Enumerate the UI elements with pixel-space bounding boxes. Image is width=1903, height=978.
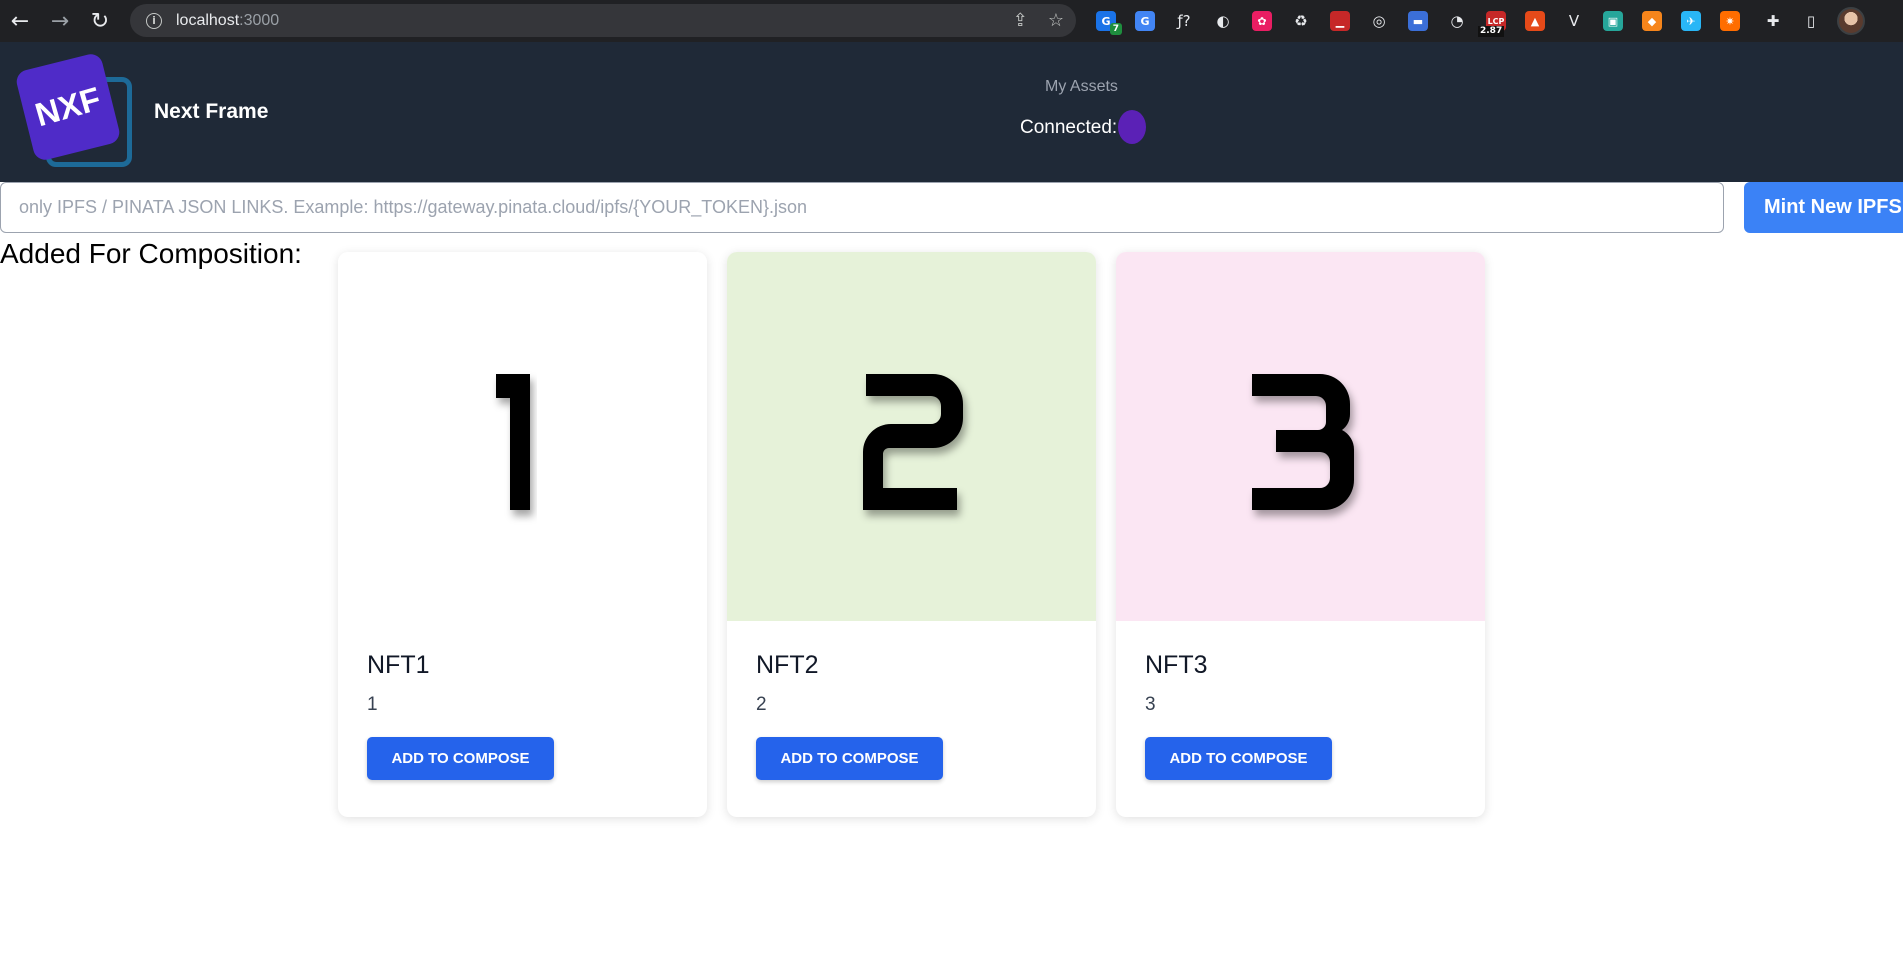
- translate-extension-icon[interactable]: G: [1131, 7, 1159, 35]
- composition-title: Added For Composition:: [0, 238, 302, 269]
- add-to-compose-button[interactable]: ADD TO COMPOSE: [367, 737, 554, 780]
- grammar-extension-icon[interactable]: G7: [1092, 7, 1122, 35]
- lcp-extension-icon[interactable]: LCP 2.87: [1478, 7, 1510, 37]
- my-assets-link[interactable]: My Assets: [1045, 78, 1118, 96]
- nft-title: NFT3: [1145, 651, 1208, 679]
- spy-extension-icon[interactable]: ◔: [1443, 7, 1471, 35]
- connected-label: Connected:: [1020, 117, 1118, 138]
- ipfs-link-input[interactable]: [0, 182, 1724, 233]
- nft-description: 3: [1145, 694, 1156, 715]
- nft-title: NFT2: [756, 651, 819, 679]
- rocket-extension-icon[interactable]: ▲: [1521, 7, 1549, 35]
- metamask-extension-icon[interactable]: ◆: [1638, 7, 1666, 35]
- save-extension-icon[interactable]: ▣: [1599, 7, 1627, 35]
- extensions-bar: G 7 Gƒ? ◐ ✿ ♻ ▁ ◎ ▬ ◔ LCP 2.87 ▲ V ▣ ◆ ✈ ✷: [1092, 0, 1744, 42]
- nft-card: NFT1 1 ADD TO COMPOSE: [338, 252, 707, 817]
- circle-extension-icon[interactable]: ◐: [1209, 7, 1237, 35]
- brand-name[interactable]: Next Frame: [154, 100, 268, 124]
- color-wheel-extension-icon[interactable]: ✿: [1248, 7, 1276, 35]
- recycle-extension-icon[interactable]: ♻: [1287, 7, 1315, 35]
- bird-extension-icon[interactable]: ✈: [1677, 7, 1705, 35]
- add-to-compose-button[interactable]: ADD TO COMPOSE: [756, 737, 943, 780]
- puzzle-extensions-icon[interactable]: ✚: [1759, 7, 1787, 35]
- nft-description: 1: [367, 694, 378, 715]
- window-extension-icon[interactable]: ▬: [1404, 7, 1432, 35]
- url-host: localhost: [176, 11, 240, 29]
- nft-description: 2: [756, 694, 767, 715]
- nft-title: NFT1: [367, 651, 430, 679]
- site-info-icon[interactable]: i: [146, 12, 162, 29]
- nft-card: NFT2 2 ADD TO COMPOSE: [727, 252, 1096, 817]
- profile-avatar[interactable]: [1837, 7, 1865, 35]
- mint-new-ipfs-button[interactable]: Mint New IPFS: [1744, 182, 1903, 233]
- nft-card-list: NFT1 1 ADD TO COMPOSE NFT2 2 ADD TO COMP…: [338, 252, 1485, 817]
- forward-icon[interactable]: →: [40, 0, 80, 42]
- share-icon[interactable]: ⇪: [1013, 10, 1028, 31]
- logo[interactable]: NXF: [14, 51, 136, 167]
- spark-extension-icon[interactable]: ✷: [1716, 7, 1744, 35]
- nft-card: NFT3 3 ADD TO COMPOSE: [1116, 252, 1485, 817]
- add-to-compose-button[interactable]: ADD TO COMPOSE: [1145, 737, 1332, 780]
- wallet-avatar-icon[interactable]: [1118, 110, 1147, 144]
- back-icon[interactable]: ←: [0, 0, 40, 42]
- font-identifier-extension-icon[interactable]: ƒ?: [1170, 7, 1198, 35]
- logo-text: NXF: [31, 79, 105, 134]
- url-port: :3000: [239, 11, 280, 29]
- browser-toolbar: ← → ↻ i localhost:3000 ⇪ ☆ G 7 Gƒ? ◐ ✿ ♻ ▁ ◎ ▬ ◔ L…: [0, 0, 1903, 42]
- address-bar[interactable]: i localhost:3000 ⇪ ☆: [130, 4, 1076, 37]
- app-header: NXF Next Frame My Assets Connected:: [0, 42, 1903, 182]
- bookmark-star-icon[interactable]: ☆: [1048, 10, 1064, 31]
- nft-image: [338, 252, 707, 621]
- vue-extension-icon[interactable]: V: [1560, 7, 1588, 35]
- nft-image: [1116, 252, 1485, 621]
- digit-three-graphic: [1252, 374, 1355, 510]
- reload-icon[interactable]: ↻: [80, 0, 120, 42]
- target-extension-icon[interactable]: ◎: [1365, 7, 1393, 35]
- chart-extension-icon[interactable]: ▁: [1326, 7, 1354, 35]
- connection-status: Connected:: [1020, 110, 1147, 144]
- digit-two-graphic: [863, 374, 963, 510]
- side-panel-icon[interactable]: ▯: [1797, 7, 1825, 35]
- nft-image: [727, 252, 1096, 621]
- digit-one-graphic: [496, 374, 530, 510]
